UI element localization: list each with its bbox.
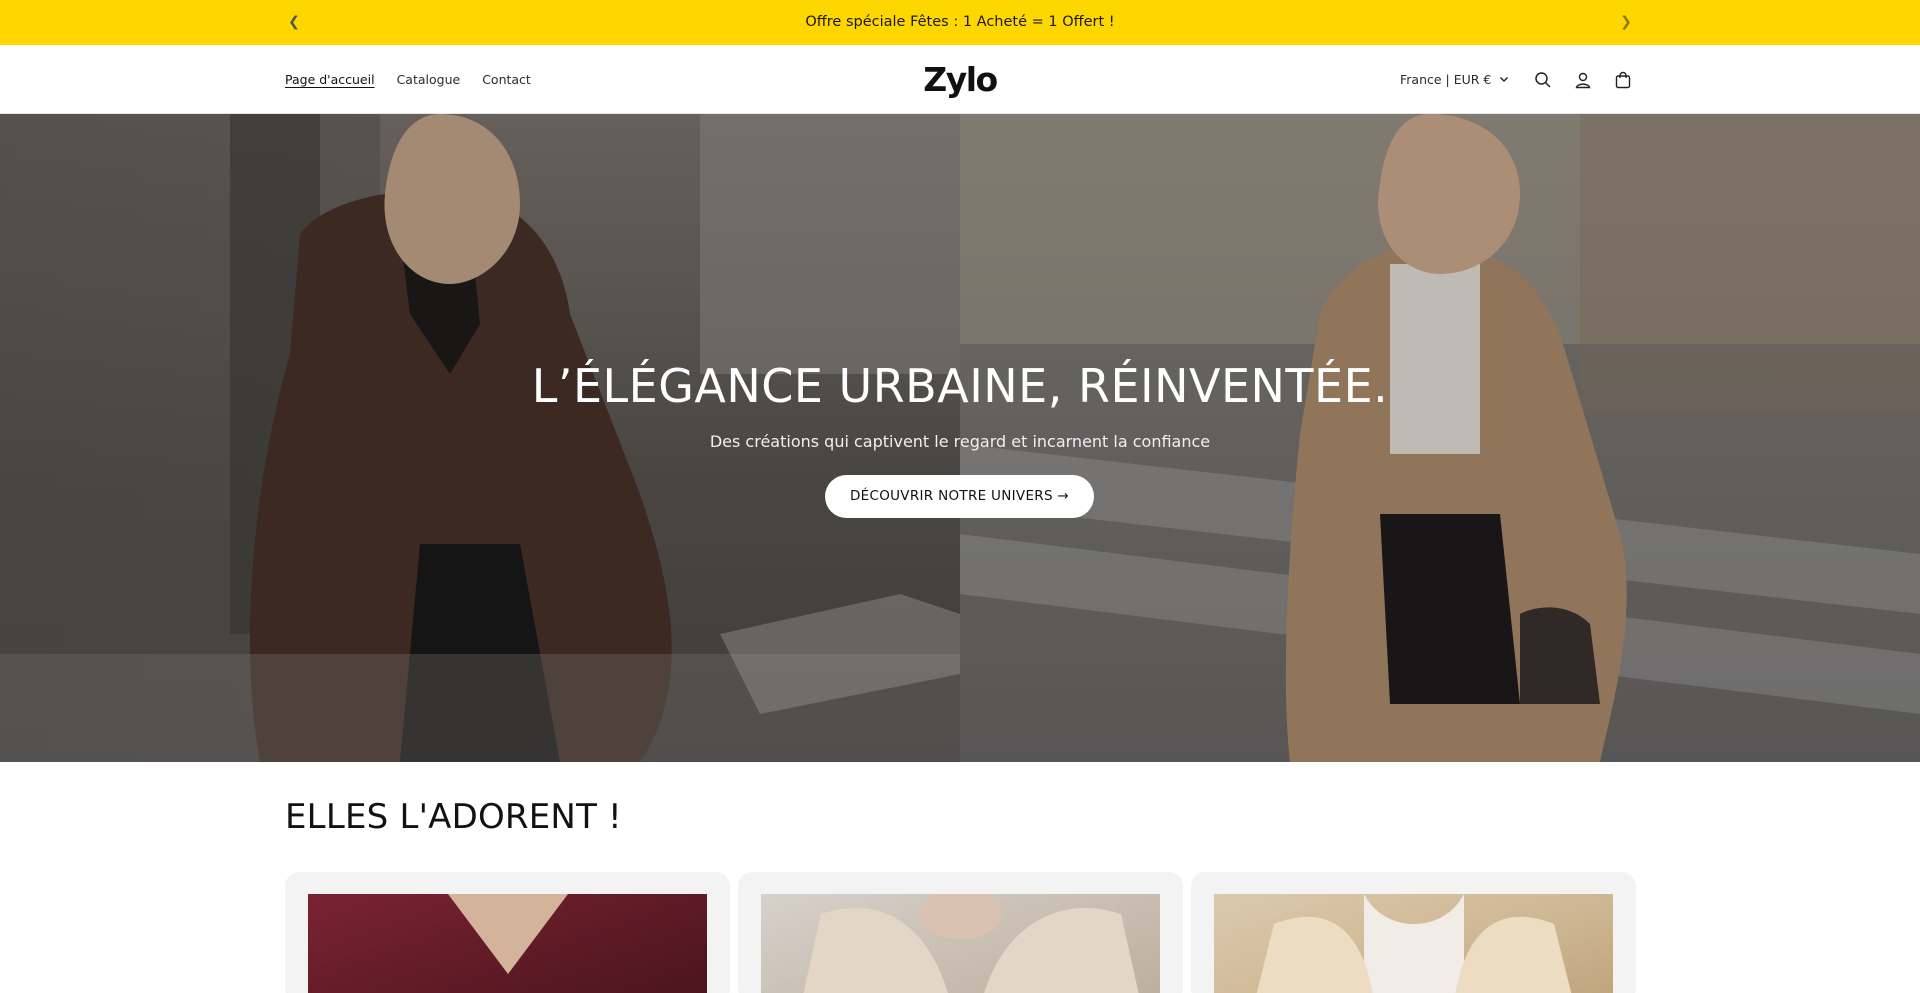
- nav-contact[interactable]: Contact: [482, 72, 531, 87]
- product-image[interactable]: [1214, 894, 1613, 993]
- main-nav: Page d'accueil Catalogue Contact: [285, 45, 553, 114]
- announcement-bar: ❮ Offre spéciale Fêtes : 1 Acheté = 1 Of…: [0, 0, 1920, 45]
- product-image[interactable]: [761, 894, 1160, 993]
- header-actions: France | EUR €: [1400, 45, 1643, 114]
- cart-icon[interactable]: [1603, 60, 1643, 100]
- chevron-right-icon[interactable]: ❯: [1608, 0, 1644, 45]
- search-icon[interactable]: [1523, 60, 1563, 100]
- currency-selector[interactable]: France | EUR €: [1400, 72, 1509, 87]
- product-card[interactable]: [285, 872, 730, 993]
- discover-button[interactable]: DÉCOUVRIR NOTRE UNIVERS →: [825, 475, 1094, 518]
- product-image[interactable]: [308, 894, 707, 993]
- hero-title: L’ÉLÉGANCE URBAINE, RÉINVENTÉE.: [531, 359, 1389, 413]
- chevron-down-icon: [1499, 72, 1509, 87]
- product-card[interactable]: [1191, 872, 1636, 993]
- account-icon[interactable]: [1563, 60, 1603, 100]
- hero-banner: L’ÉLÉGANCE URBAINE, RÉINVENTÉE. Des créa…: [0, 114, 1920, 762]
- product-card[interactable]: [738, 872, 1183, 993]
- site-header: Page d'accueil Catalogue Contact Zylo Fr…: [0, 45, 1920, 114]
- nav-home[interactable]: Page d'accueil: [285, 72, 375, 87]
- nav-catalogue[interactable]: Catalogue: [397, 72, 461, 87]
- hero-subtitle: Des créations qui captivent le regard et…: [709, 432, 1211, 451]
- currency-label: France | EUR €: [1400, 72, 1492, 87]
- logo[interactable]: Zylo: [900, 45, 1020, 114]
- section-title: ELLES L'ADORENT !: [285, 797, 622, 837]
